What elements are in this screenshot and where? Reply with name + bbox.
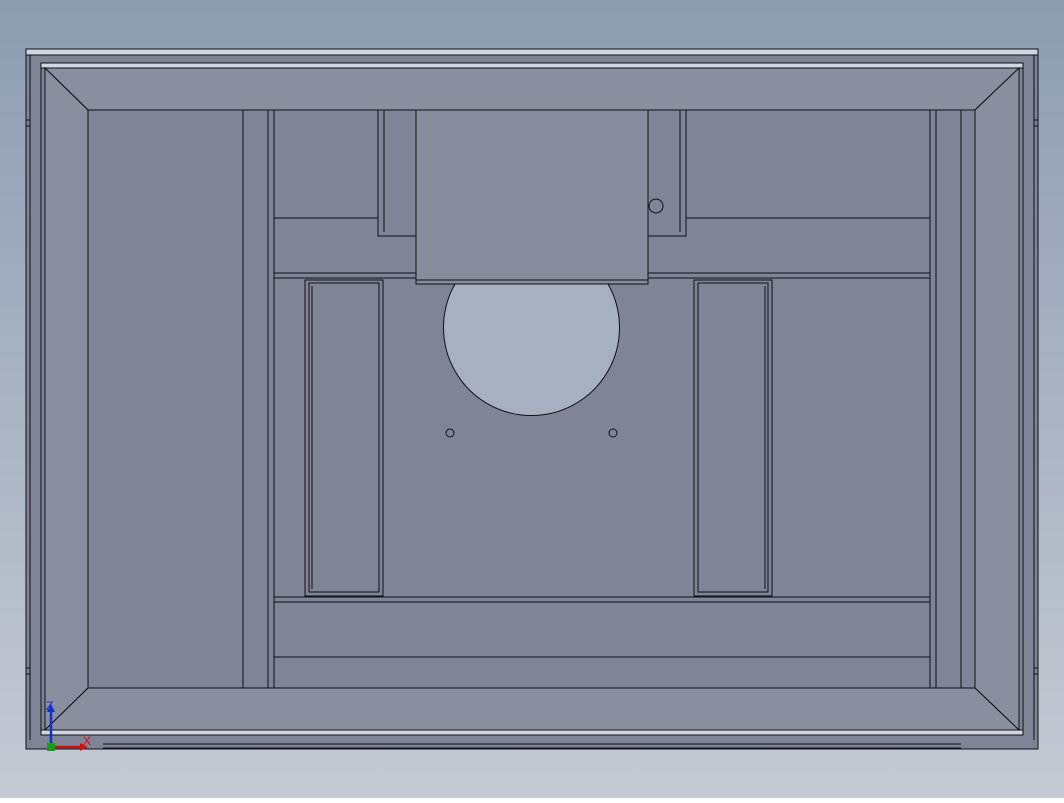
cad-viewport[interactable]: X Z — [0, 0, 1064, 798]
bevel-top — [43, 67, 1021, 111]
enclosure-assembly — [25, 48, 1039, 750]
bevel-right — [974, 66, 1020, 732]
model-drawing: X Z — [0, 0, 1064, 798]
z-axis-label: Z — [46, 699, 53, 713]
x-axis-label: X — [83, 734, 91, 748]
y-axis-marker — [47, 743, 55, 751]
right-slot — [697, 282, 769, 593]
motor-box — [415, 109, 649, 285]
bottom-flange — [40, 729, 1024, 736]
left-slot — [308, 282, 380, 593]
bevel-bottom — [43, 687, 1021, 731]
top-lip-inner — [40, 62, 1024, 69]
bevel-left — [44, 66, 89, 732]
top-lip — [25, 48, 1039, 56]
